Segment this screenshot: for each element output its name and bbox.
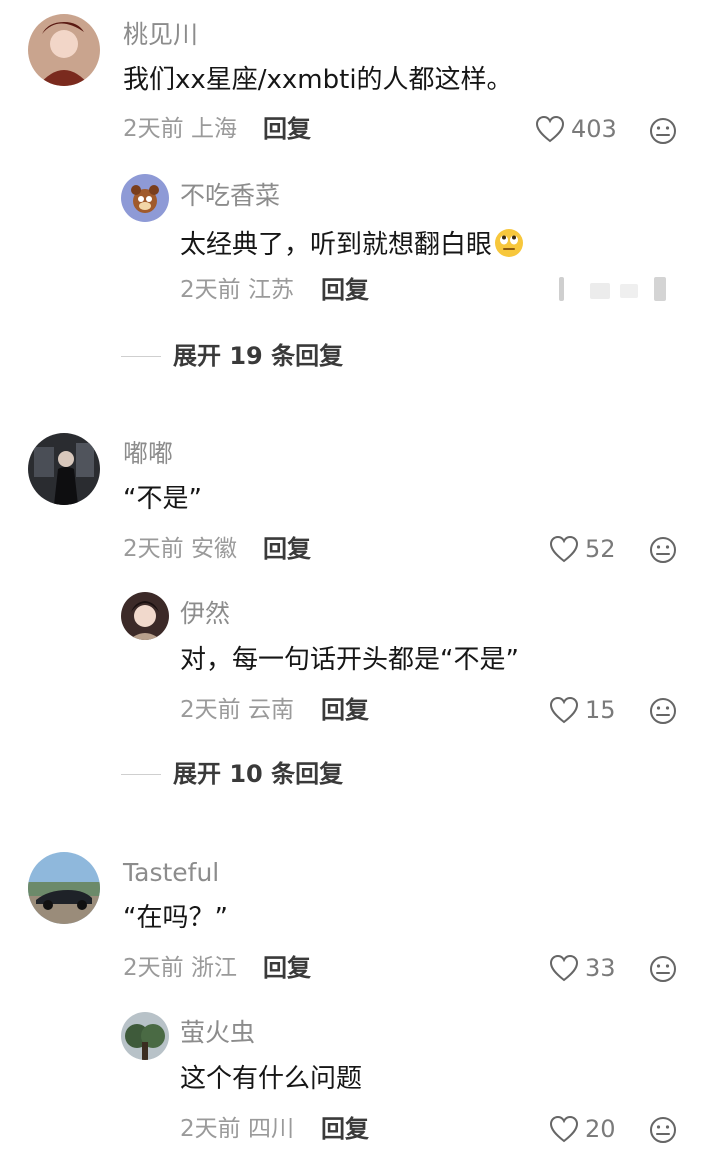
reply-text: 对，每一句话开头都是“不是”	[180, 645, 519, 675]
like-count: 403	[571, 115, 617, 143]
heart-outline-icon	[549, 954, 579, 982]
reply-author[interactable]: 伊然	[180, 601, 230, 626]
comment-location: 安徽	[190, 536, 237, 562]
reply-button[interactable]: 回复	[263, 956, 311, 980]
reply-meta: 2天前 四川	[180, 1118, 294, 1141]
heart-outline-icon	[549, 1115, 579, 1143]
reply-meta: 2天前 云南	[180, 699, 294, 722]
like-count: 15	[585, 696, 616, 724]
comment-time: 2天前	[123, 955, 184, 981]
reply-author[interactable]: 不吃香菜	[180, 183, 280, 208]
comment-author[interactable]: 桃见川	[123, 22, 198, 47]
comment-text: “不是”	[123, 484, 202, 514]
expand-replies[interactable]: 展开 19 条回复	[121, 344, 343, 368]
neutral-face-icon[interactable]	[649, 955, 677, 987]
avatar[interactable]	[28, 433, 100, 505]
divider	[121, 355, 161, 357]
avatar[interactable]	[121, 1012, 169, 1060]
reply-time: 2天前	[180, 1116, 241, 1142]
like-button[interactable]: 403	[535, 115, 617, 143]
heart-outline-icon	[535, 115, 565, 143]
like-button[interactable]: 20	[549, 1115, 616, 1143]
neutral-face-icon[interactable]	[649, 1116, 677, 1148]
reply-location: 四川	[247, 1116, 294, 1142]
expand-replies-label: 展开 19 条回复	[173, 342, 344, 370]
neutral-face-icon[interactable]	[649, 117, 677, 149]
avatar[interactable]	[121, 592, 169, 640]
avatar[interactable]	[28, 852, 100, 924]
neutral-face-icon[interactable]	[649, 697, 677, 729]
comment-time: 2天前	[123, 536, 184, 562]
like-button[interactable]: 15	[549, 696, 616, 724]
reply-button[interactable]: 回复	[321, 698, 369, 722]
comment-author[interactable]: 嘟嘟	[123, 441, 173, 466]
comment-meta: 2天前 浙江	[123, 957, 237, 980]
reply-button[interactable]: 回复	[263, 117, 311, 141]
like-count: 20	[585, 1115, 616, 1143]
reply-meta: 2天前 江苏	[180, 279, 294, 302]
reply-text: 太经典了，听到就想翻白眼	[180, 230, 493, 260]
comment-text: “在吗？”	[123, 903, 228, 933]
comment-meta: 2天前 安徽	[123, 538, 237, 561]
reply-button[interactable]: 回复	[321, 1117, 369, 1141]
reply-text-row: 太经典了，听到就想翻白眼	[180, 228, 524, 258]
like-button[interactable]: 52	[549, 535, 616, 563]
reply-button[interactable]: 回复	[321, 278, 369, 302]
comment-meta: 2天前 上海	[123, 118, 237, 141]
reply-location: 云南	[247, 697, 294, 723]
reply-button[interactable]: 回复	[263, 537, 311, 561]
comment-location: 浙江	[190, 955, 237, 981]
neutral-face-icon[interactable]	[649, 536, 677, 568]
reply-time: 2天前	[180, 277, 241, 303]
reply-time: 2天前	[180, 697, 241, 723]
avatar[interactable]	[28, 14, 100, 86]
reply-author[interactable]: 萤火虫	[180, 1020, 255, 1045]
divider	[121, 773, 161, 775]
expand-replies-label: 展开 10 条回复	[173, 760, 344, 788]
avatar[interactable]	[121, 174, 169, 222]
heart-outline-icon	[549, 696, 579, 724]
heart-outline-icon	[549, 535, 579, 563]
comment-text: 我们xx星座/xxmbti的人都这样。	[123, 65, 513, 95]
like-count: 52	[585, 535, 616, 563]
reply-location: 江苏	[247, 277, 294, 303]
like-button[interactable]: 33	[549, 954, 616, 982]
comment-location: 上海	[190, 116, 237, 142]
reply-text: 这个有什么问题	[180, 1064, 363, 1094]
comment-time: 2天前	[123, 116, 184, 142]
like-count: 33	[585, 954, 616, 982]
expand-replies[interactable]: 展开 10 条回复	[121, 762, 343, 786]
eye-roll-emoji	[494, 228, 524, 258]
comment-author[interactable]: Tasteful	[123, 860, 219, 885]
